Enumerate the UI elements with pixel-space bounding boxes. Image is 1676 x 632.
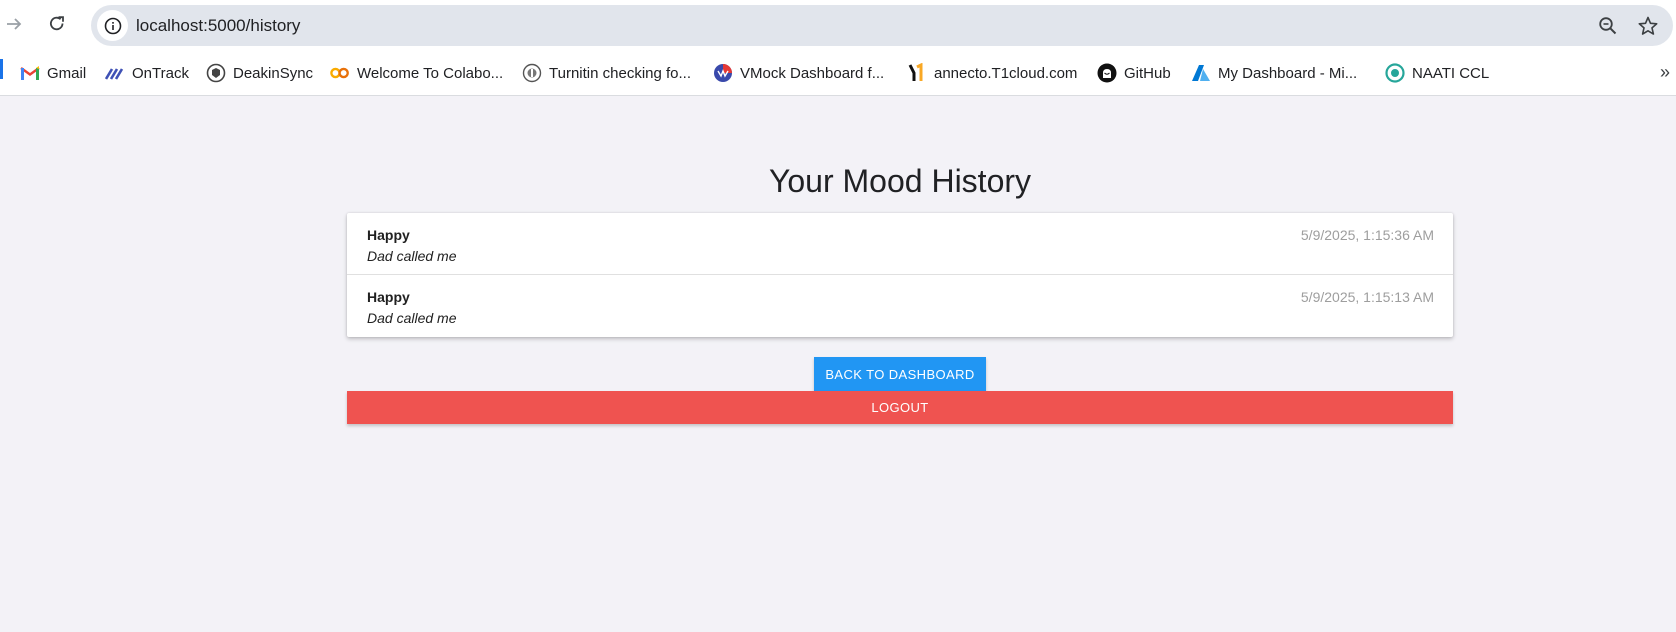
vmock-icon [713,63,733,83]
bookmark-label: Welcome To Colabo... [357,64,504,82]
mood-timestamp: 5/9/2025, 1:15:13 AM [1300,289,1434,305]
colab-icon [330,63,350,83]
bookmark-label: Gmail [47,64,87,82]
gmail-icon [20,63,40,83]
page-title: Your Mood History [768,163,1032,199]
zoom-icon[interactable] [1595,13,1621,39]
mood-note: Dad called me [367,310,457,326]
bookmarks-overflow-button[interactable]: » [1660,62,1670,83]
bookmark-naati[interactable]: NAATI CCL [1385,61,1489,85]
url-text[interactable]: localhost:5000/history [136,5,300,46]
address-bar[interactable]: localhost:5000/history [91,5,1673,46]
bookmark-label: NAATI CCL [1412,64,1490,82]
forward-icon[interactable] [0,10,28,38]
bookmark-deakinsync[interactable]: DeakinSync [206,61,313,85]
mood-note: Dad called me [367,248,457,264]
bookmark-label: GitHub [1124,64,1171,82]
bookmark-ontrack[interactable]: OnTrack [105,61,189,85]
mood-label: Happy [367,289,410,305]
deakinsync-icon [206,63,226,83]
bookmark-label: OnTrack [132,64,189,82]
turnitin-icon [522,63,542,83]
bookmark-gmail[interactable]: Gmail [20,61,86,85]
bookmark-label: Turnitin checking fo... [549,64,692,82]
bookmark-label: My Dashboard - Mi... [1218,64,1358,82]
back-to-dashboard-button[interactable]: BACK TO DASHBOARD [814,357,986,391]
mood-entry: Happy Dad called me 5/9/2025, 1:15:13 AM [347,275,1453,337]
bookmark-azure[interactable]: My Dashboard - Mi... [1191,61,1357,85]
t1cloud-icon [907,63,927,83]
naati-icon [1385,63,1405,83]
bookmark-github[interactable]: GitHub [1097,61,1171,85]
mood-timestamp: 5/9/2025, 1:15:36 AM [1300,227,1434,243]
logout-button[interactable]: LOGOUT [347,391,1453,424]
bookmarks-edge-indicator [0,59,3,79]
mood-history-list: Happy Dad called me 5/9/2025, 1:15:36 AM… [347,213,1453,337]
bookmark-star-icon[interactable] [1635,13,1661,39]
ontrack-icon [105,63,125,83]
bookmark-label: VMock Dashboard f... [740,64,885,82]
bookmark-t1cloud[interactable]: annecto.T1cloud.com [907,61,1077,85]
browser-toolbar: localhost:5000/history [0,0,1676,50]
mood-entry: Happy Dad called me 5/9/2025, 1:15:36 AM [347,213,1453,275]
bookmark-label: DeakinSync [233,64,314,82]
bookmark-vmock[interactable]: VMock Dashboard f... [713,61,884,85]
azure-icon [1191,63,1211,83]
bookmark-colab[interactable]: Welcome To Colabo... [330,61,503,85]
bookmark-label: annecto.T1cloud.com [934,64,1078,82]
github-icon [1097,63,1117,83]
mood-label: Happy [367,227,410,243]
site-info-icon[interactable] [97,10,128,41]
reload-icon[interactable] [43,10,71,38]
bookmarks-bar: Gmail OnTrack DeakinSync Welcome To Cola… [0,50,1676,96]
bookmark-turnitin[interactable]: Turnitin checking fo... [522,61,691,85]
